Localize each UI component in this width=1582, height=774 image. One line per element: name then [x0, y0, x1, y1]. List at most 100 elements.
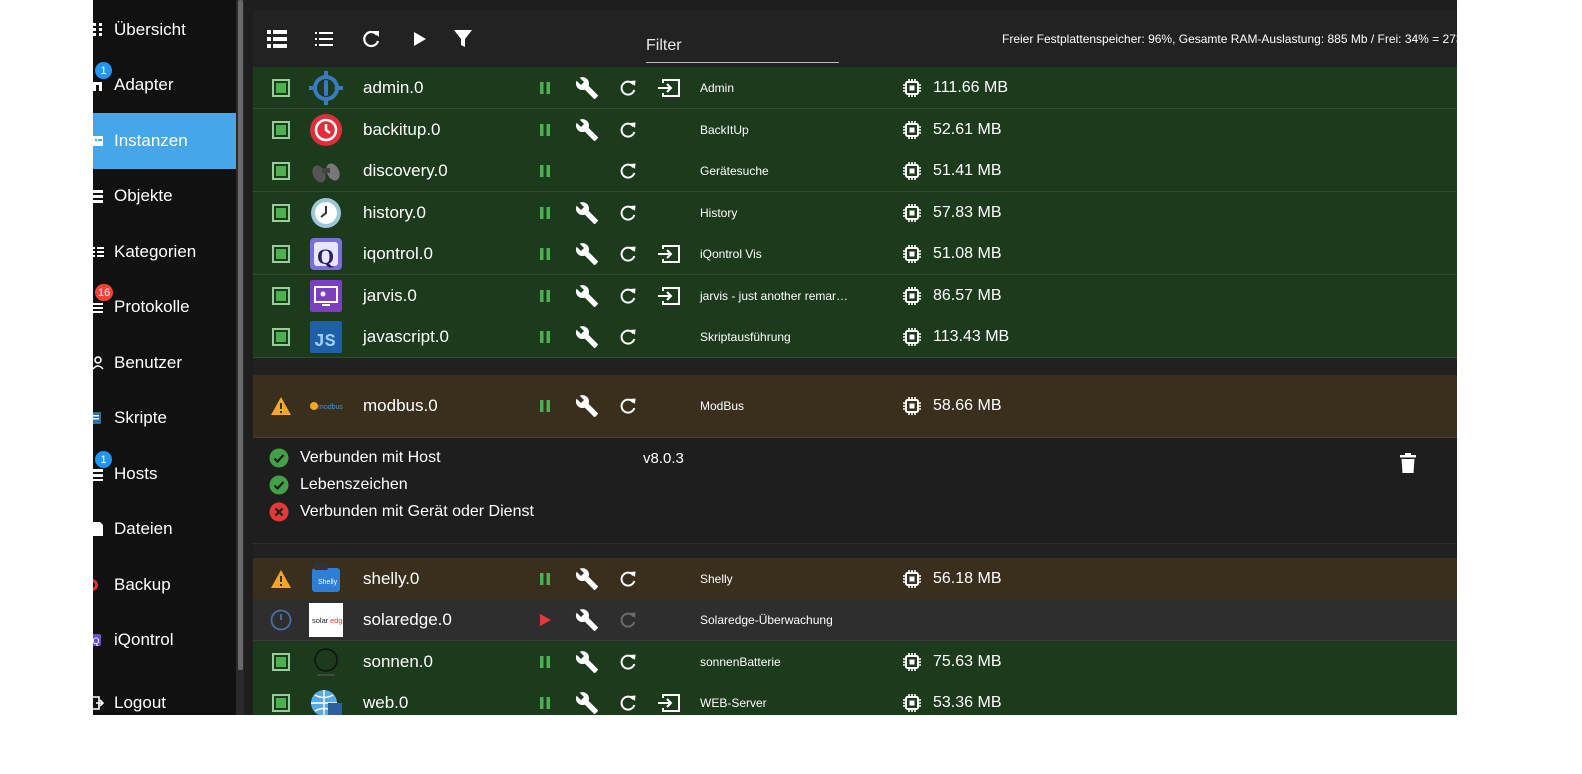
settings-wrench-icon[interactable]: [575, 201, 599, 225]
restart-icon[interactable]: [618, 327, 638, 347]
sidebar-scrollbar[interactable]: [238, 0, 243, 670]
sidebar-item-logout[interactable]: Logout: [93, 675, 236, 715]
sidebar-item-benutzer[interactable]: Benutzer: [93, 335, 236, 391]
instance-row[interactable]: solaredge solaredge.0 Solaredge-Überwachun…: [253, 599, 1457, 641]
view-blocks-icon[interactable]: [265, 27, 289, 51]
restart-icon[interactable]: [618, 120, 638, 140]
settings-wrench-icon[interactable]: [575, 608, 599, 632]
pause-icon[interactable]: [535, 78, 555, 98]
host-status-text: Freier Festplattenspeicher: 96%, Gesamte…: [1002, 32, 1457, 46]
connection-status-line: Verbunden mit Host: [269, 448, 441, 468]
admin-gear-icon: [309, 70, 343, 105]
instance-row[interactable]: admin.0 Admin 111.66 MB: [253, 67, 1457, 109]
open-link-icon[interactable]: [657, 78, 681, 98]
restart-icon[interactable]: [618, 396, 638, 416]
instance-row[interactable]: Qiqontrol.0 iQontrol Vis 51.08 MB: [253, 233, 1457, 275]
connection-status-line: Verbunden mit Gerät oder Dienst: [269, 502, 534, 522]
sidebar-item-dateien[interactable]: Dateien: [93, 501, 236, 557]
filter-icon[interactable]: [451, 27, 475, 51]
cpu-chip-icon: [902, 120, 922, 140]
settings-wrench-icon[interactable]: [575, 284, 599, 308]
solaredge-icon: solaredge: [309, 602, 343, 637]
restart-icon[interactable]: [618, 569, 638, 589]
sidebar-item-iqontrol[interactable]: QiQontrol: [93, 612, 236, 668]
iqontrol-icon: Q: [93, 633, 102, 647]
sidebar-item-objekte[interactable]: Objekte: [93, 168, 236, 224]
instance-row[interactable]: jarvis.0 jarvis - just another remar… 86.5…: [253, 275, 1457, 317]
delete-trash-icon[interactable]: [1398, 452, 1418, 474]
status-square: [272, 244, 290, 263]
instance-title: Skriptausführung: [700, 329, 791, 344]
logout-icon: [93, 696, 104, 710]
restart-icon[interactable]: [618, 286, 638, 306]
settings-wrench-icon[interactable]: [575, 567, 599, 591]
open-link-icon[interactable]: [657, 244, 681, 264]
instance-row[interactable]: modbus modbus.0 ModBus 58.66 MB: [253, 375, 1457, 438]
pause-icon[interactable]: [535, 693, 555, 713]
pause-icon[interactable]: [535, 203, 555, 223]
sidebar: Übersicht Adapter 1 Instanzen Objekte Kategor…: [93, 0, 236, 715]
sidebar-item-label: Logout: [114, 693, 166, 712]
instance-row[interactable]: history.0 History 57.83 MB: [253, 192, 1457, 234]
sidebar-item-instanzen[interactable]: Instanzen: [93, 113, 236, 169]
connection-status-line: Lebenszeichen: [269, 475, 408, 495]
sidebar-item-label: Hosts: [114, 464, 158, 483]
settings-wrench-icon[interactable]: [575, 76, 599, 100]
pause-icon[interactable]: [535, 286, 555, 306]
sidebar-item-label: Backup: [114, 575, 171, 594]
restart-icon[interactable]: [618, 161, 638, 181]
svg-text:Q: Q: [317, 244, 334, 269]
binoculars-icon: [309, 154, 343, 188]
cpu-chip-icon: [902, 286, 922, 306]
pause-icon[interactable]: [535, 327, 555, 347]
restart-icon[interactable]: [618, 693, 638, 713]
restart-icon[interactable]: [618, 244, 638, 264]
pause-icon[interactable]: [535, 569, 555, 589]
restart-icon[interactable]: [618, 78, 638, 98]
view-list-icon[interactable]: [312, 27, 336, 51]
settings-wrench-icon[interactable]: [575, 691, 599, 715]
instance-row[interactable]: JS javascript.0 Skriptausführung 113.43 MB: [253, 316, 1457, 358]
cpu-chip-icon: [902, 693, 922, 713]
memory-usage: 56.18 MB: [933, 569, 1002, 587]
filter-input-wrapper: [646, 34, 839, 63]
pause-icon[interactable]: [535, 396, 555, 416]
open-link-icon[interactable]: [657, 693, 681, 713]
restart-icon[interactable]: [618, 610, 638, 630]
sidebar-item-kategorien[interactable]: Kategorien: [93, 224, 236, 280]
sidebar-item-backup[interactable]: Backup: [93, 557, 236, 613]
settings-wrench-icon[interactable]: [575, 394, 599, 418]
instance-row[interactable]: backitup.0 BackItUp 52.61 MB: [253, 109, 1457, 151]
instance-row[interactable]: sonnen.0 sonnenBatterie 75.63 MB: [253, 641, 1457, 683]
settings-wrench-icon[interactable]: [575, 242, 599, 266]
instances-icon: [93, 134, 104, 148]
start-instance-icon[interactable]: [535, 610, 555, 630]
restart-icon[interactable]: [618, 652, 638, 672]
sidebar-item-skripte[interactable]: Skripte: [93, 390, 236, 446]
play-icon[interactable]: [408, 27, 432, 51]
instance-row[interactable]: web.0 WEB-Server 53.36 MB: [253, 682, 1457, 715]
filter-input[interactable]: [646, 34, 839, 58]
status-square: [272, 327, 290, 346]
instance-name: javascript.0: [363, 326, 449, 346]
instance-row[interactable]: discovery.0 Gerätesuche 51.41 MB: [253, 150, 1457, 192]
settings-wrench-icon[interactable]: [575, 650, 599, 674]
reload-icon[interactable]: [359, 27, 383, 51]
sidebar-item-protokolle[interactable]: Protokolle 16: [93, 279, 236, 335]
instance-name: iqontrol.0: [363, 243, 433, 263]
sidebar-item--bersicht[interactable]: Übersicht: [93, 2, 236, 58]
sidebar-item-hosts[interactable]: Hosts 1: [93, 446, 236, 502]
pause-icon[interactable]: [535, 161, 555, 181]
pause-icon[interactable]: [535, 652, 555, 672]
status-ok-icon: [269, 285, 293, 307]
power-off-icon: [269, 609, 293, 631]
restart-icon[interactable]: [618, 203, 638, 223]
open-link-icon[interactable]: [657, 286, 681, 306]
status-ok-icon: [269, 202, 293, 224]
sidebar-item-adapter[interactable]: Adapter 1: [93, 57, 236, 113]
pause-icon[interactable]: [535, 120, 555, 140]
pause-icon[interactable]: [535, 244, 555, 264]
settings-wrench-icon[interactable]: [575, 118, 599, 142]
settings-wrench-icon[interactable]: [575, 325, 599, 349]
instance-row[interactable]: Shelly shelly.0 Shelly 56.18 MB: [253, 558, 1457, 600]
